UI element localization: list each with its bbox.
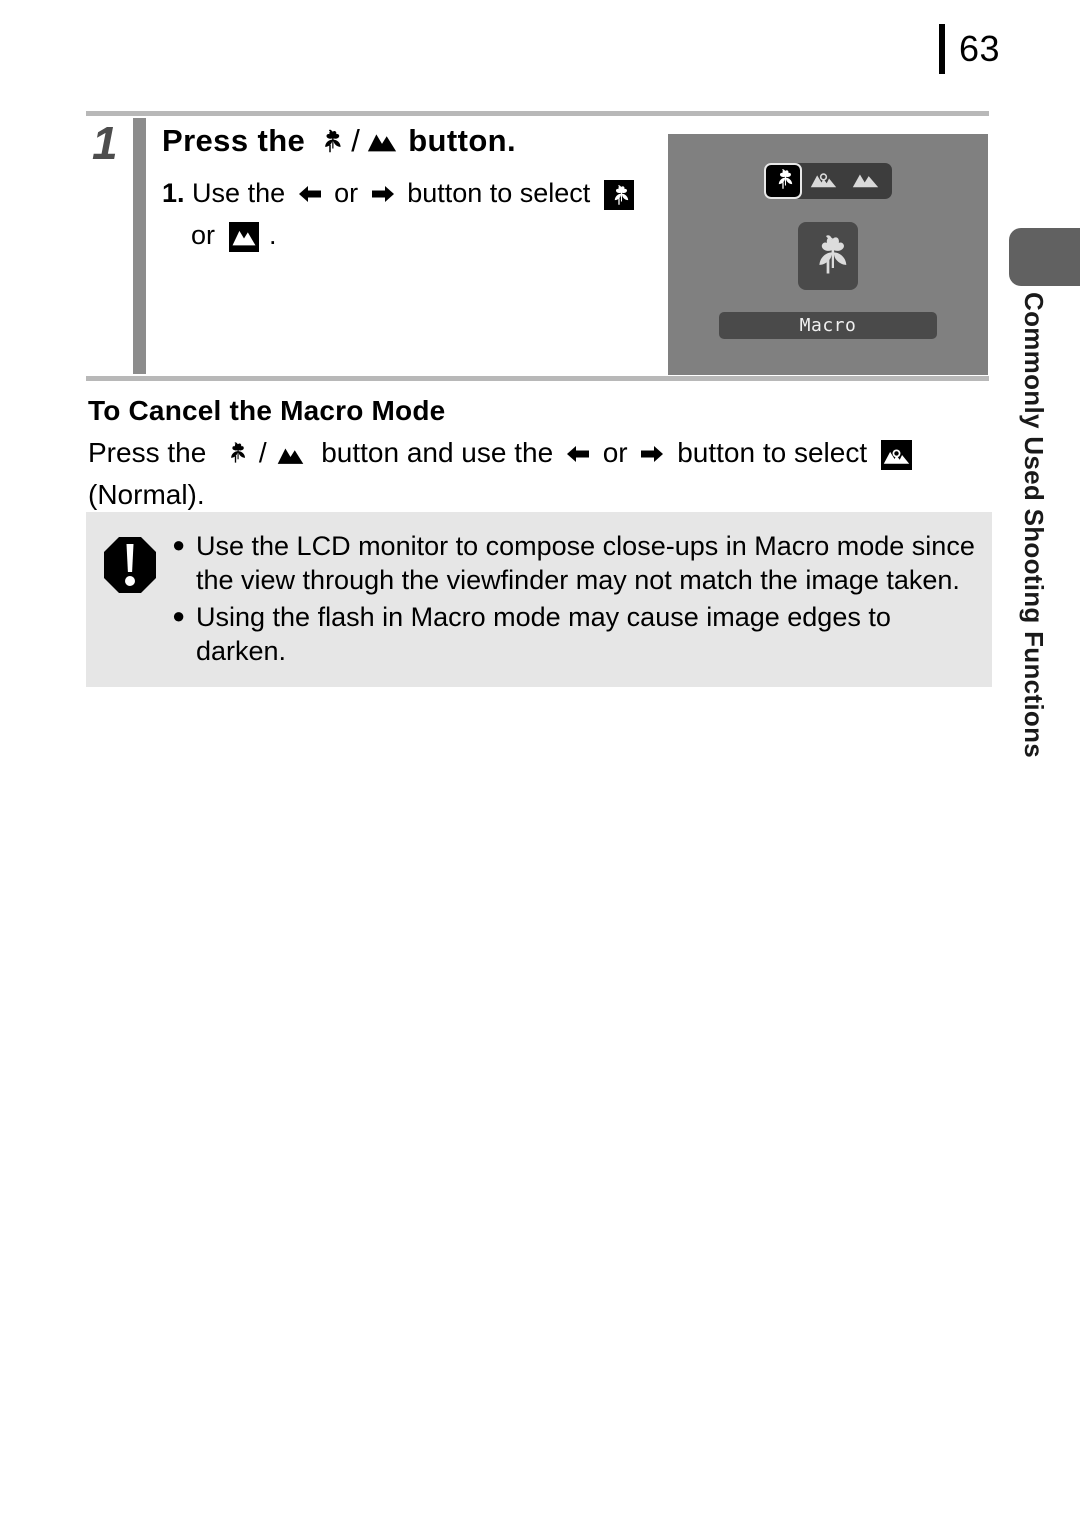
lcd-mode-selector[interactable] bbox=[764, 163, 892, 199]
substep-text-4: or bbox=[191, 220, 216, 251]
caution-exclamation-icon bbox=[102, 529, 164, 687]
caution-note-text: Use the LCD monitor to compose close-ups… bbox=[196, 531, 975, 596]
camera-lcd-screenshot: Macro bbox=[668, 134, 988, 375]
step-title-prefix: Press the bbox=[162, 123, 306, 158]
page-number-header: 63 bbox=[938, 24, 1000, 74]
lcd-mode-macro[interactable] bbox=[764, 163, 802, 199]
cancel-body: Press the / button and use the or button… bbox=[88, 434, 993, 515]
caution-note-list: ● Use the LCD monitor to compose close-u… bbox=[164, 529, 976, 687]
lcd-selected-mode-icon bbox=[798, 222, 858, 290]
cancel-heading: To Cancel the Macro Mode bbox=[88, 395, 446, 426]
macro-tulip-icon bbox=[222, 439, 249, 466]
section-rule-bottom bbox=[86, 376, 989, 381]
macro-tulip-icon bbox=[804, 230, 852, 283]
step-number: 1 bbox=[92, 117, 118, 169]
step-body: Press the / button. 1. Use the or button… bbox=[162, 116, 742, 255]
macro-tulip-icon bbox=[315, 126, 345, 156]
step-vertical-bar bbox=[133, 118, 146, 374]
normal-mountains-sun-icon bbox=[810, 168, 837, 194]
caution-note-item: ● Using the flash in Macro mode may caus… bbox=[172, 600, 976, 669]
cancel-text-3: or bbox=[602, 437, 628, 468]
substep-text-1: Use the bbox=[192, 177, 286, 208]
page-number: 63 bbox=[958, 28, 1000, 69]
step-title-suffix: button. bbox=[408, 123, 517, 158]
step-title: Press the / button. bbox=[162, 122, 742, 161]
caution-note-box: ● Use the LCD monitor to compose close-u… bbox=[86, 512, 992, 687]
cancel-text-5: (Normal). bbox=[88, 478, 205, 510]
page-number-rule bbox=[938, 24, 945, 74]
substep-text-5: . bbox=[269, 220, 277, 251]
cancel-text-4: button to select bbox=[677, 437, 868, 468]
landscape-mountains-boxed-icon bbox=[228, 222, 259, 253]
macro-tulip-boxed-icon bbox=[603, 179, 634, 210]
macro-tulip-icon bbox=[770, 166, 796, 197]
lcd-mode-label: Macro bbox=[719, 312, 937, 339]
landscape-mountains-icon bbox=[276, 443, 305, 466]
substep-line-2: or . bbox=[162, 216, 742, 255]
side-tab-label: Commonly Used Shooting Functions bbox=[1019, 292, 1049, 759]
substep-text-2: or bbox=[334, 177, 359, 208]
arrow-left-icon bbox=[565, 437, 591, 476]
chapter-side-tab: Commonly Used Shooting Functions bbox=[1009, 228, 1080, 773]
lcd-mode-normal[interactable] bbox=[802, 163, 844, 199]
arrow-right-icon bbox=[370, 177, 396, 216]
caution-note-item: ● Use the LCD monitor to compose close-u… bbox=[172, 529, 976, 598]
substep-number: 1. bbox=[162, 177, 185, 208]
bullet-icon: ● bbox=[172, 532, 186, 557]
arrow-left-icon bbox=[297, 177, 323, 216]
landscape-mountains-icon bbox=[366, 128, 398, 154]
step-title-separator: / bbox=[351, 123, 361, 158]
substep-line-1: 1. Use the or button to select bbox=[162, 174, 742, 216]
side-tab-block bbox=[1009, 228, 1080, 286]
infinity-mountains-icon bbox=[852, 168, 879, 194]
bullet-icon: ● bbox=[172, 602, 186, 628]
cancel-separator: / bbox=[258, 437, 267, 468]
cancel-text-2: button and use the bbox=[321, 437, 554, 468]
normal-mountains-sun-boxed-icon bbox=[880, 440, 912, 471]
lcd-mode-infinity[interactable] bbox=[844, 163, 886, 199]
arrow-right-icon bbox=[639, 437, 665, 476]
cancel-text-1: Press the bbox=[88, 437, 207, 468]
substep-text-3: button to select bbox=[407, 177, 591, 208]
cancel-macro-section: To Cancel the Macro Mode Press the / but… bbox=[88, 395, 993, 515]
caution-note-text: Using the flash in Macro mode may cause … bbox=[196, 601, 891, 666]
